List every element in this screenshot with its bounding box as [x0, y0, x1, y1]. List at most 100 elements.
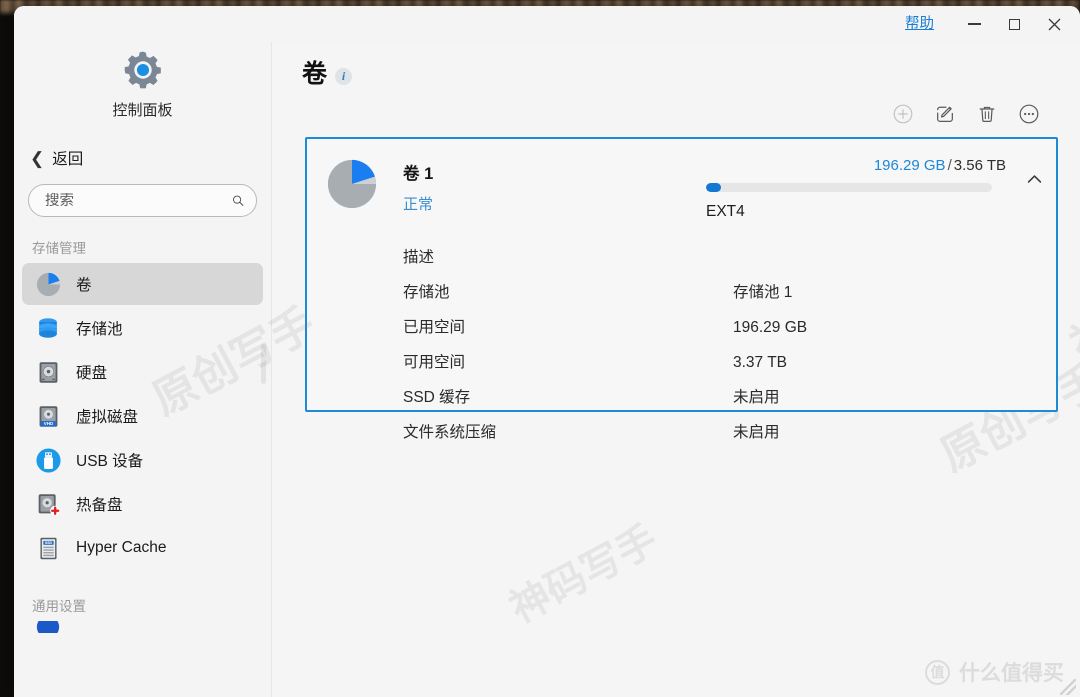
detail-value: 未启用 [733, 424, 780, 441]
detail-row: 已用空间 196.29 GB [403, 315, 1014, 339]
back-label: 返回 [52, 151, 84, 168]
volume-toolbar [272, 87, 1080, 127]
window-titlebar: 帮助 [14, 6, 1080, 42]
sidebar-item-label: Hyper Cache [76, 539, 167, 556]
capacity-progress-bar [706, 183, 992, 192]
sidebar-item-label: 卷 [76, 277, 92, 294]
more-actions-button[interactable] [1016, 101, 1042, 127]
svg-text:SSD: SSD [45, 541, 53, 545]
volume-capacity: 196.29 GB/3.56 TB EXT4 [706, 157, 1006, 221]
detail-row: 文件系统压缩 未启用 [403, 420, 1014, 444]
hard-disk-icon [34, 358, 62, 386]
sidebar-item-partially-visible[interactable] [22, 621, 263, 633]
volume-card-header: 卷 1 正常 196.29 GB/3.56 TB EXT4 [307, 155, 1056, 221]
sidebar-item-storage-pool[interactable]: 存储池 [22, 307, 263, 349]
detail-value: 未启用 [733, 389, 780, 406]
capacity-progress-fill [706, 183, 722, 192]
sidebar-item-label: USB 设备 [76, 453, 144, 470]
detail-key: 文件系统压缩 [403, 424, 497, 441]
detail-key: 可用空间 [403, 354, 466, 371]
detail-row: 存储池 存储池 1 [403, 280, 1014, 304]
trash-icon [979, 106, 995, 122]
detail-value: 3.37 TB [733, 354, 788, 371]
detail-key: SSD 缓存 [403, 389, 471, 406]
filesystem-label: EXT4 [706, 203, 745, 220]
detail-key: 描述 [403, 249, 435, 266]
virtual-disk-vhd-icon: VHD [34, 402, 62, 430]
usb-device-icon [34, 446, 62, 474]
close-icon [1048, 18, 1060, 30]
sidebar-item-label: 硬盘 [76, 365, 108, 382]
sidebar-item-hot-spare[interactable]: 热备盘 [22, 483, 263, 525]
ellipsis-circle-icon [1019, 104, 1039, 124]
minimize-icon [967, 23, 981, 25]
control-panel-brand: 控制面板 [14, 42, 271, 130]
search-box[interactable] [28, 184, 257, 217]
control-panel-window: 帮助 控制面板 ❮ 返回 搜索 存储管理 卷 存储池 硬盘 VHD 虚拟磁盘 U… [14, 6, 1080, 697]
detail-row: SSD 缓存 未启用 [403, 385, 1014, 409]
sidebar-item-label: 虚拟磁盘 [76, 409, 139, 426]
watermark-text: 什么值得买 [959, 661, 1064, 685]
sidebar: 控制面板 ❮ 返回 存储管理 卷 [14, 42, 272, 697]
window-minimize-button[interactable] [954, 8, 994, 40]
database-stack-icon [34, 314, 62, 342]
detail-key: 已用空间 [403, 319, 466, 336]
collapse-card-button[interactable] [1018, 163, 1050, 195]
sidebar-item-usb-device[interactable]: USB 设备 [22, 439, 263, 481]
total-space-value: 3.56 TB [953, 157, 1006, 174]
back-button[interactable]: ❮ 返回 [28, 144, 124, 172]
search-input[interactable] [45, 192, 232, 209]
volume-status-link[interactable]: 正常 [403, 193, 433, 214]
maximize-icon [1008, 18, 1020, 30]
sidebar-item-hard-disk[interactable]: 硬盘 [22, 351, 263, 393]
capacity-separator: / [947, 157, 952, 174]
blue-circle-icon [34, 621, 62, 633]
detail-row: 可用空间 3.37 TB [403, 350, 1014, 374]
nav-section-title-storage: 存储管理 [32, 241, 86, 256]
detail-value: 存储池 1 [733, 284, 793, 301]
window-maximize-button[interactable] [994, 8, 1034, 40]
pie-volume-icon [327, 159, 377, 209]
search-icon[interactable] [232, 191, 244, 210]
volume-card[interactable]: 卷 1 正常 196.29 GB/3.56 TB EXT4 描述 存储池 存储池… [305, 137, 1058, 441]
add-volume-button[interactable] [890, 101, 916, 127]
volume-details-list: 描述 存储池 存储池 1 已用空间 196.29 GB 可用空间 3.37 TB… [307, 245, 1056, 444]
nav-section-title-general: 通用设置 [32, 599, 86, 614]
delete-volume-button[interactable] [974, 101, 1000, 127]
capacity-text: 196.29 GB/3.56 TB [706, 157, 1006, 174]
gear-icon [124, 51, 161, 89]
used-space-value: 196.29 GB [873, 157, 946, 174]
control-panel-label: 控制面板 [112, 102, 173, 119]
detail-row: 描述 [403, 245, 1014, 269]
sidebar-item-label: 存储池 [76, 321, 123, 338]
sidebar-item-label: 热备盘 [76, 497, 123, 514]
page-header: 卷 i [272, 42, 1080, 87]
plus-circle-icon [893, 104, 913, 124]
edit-pencil-icon [937, 106, 953, 122]
window-close-button[interactable] [1034, 8, 1074, 40]
main-content: 神码写手 神码写手 原创写手 卷 i [272, 42, 1080, 697]
svg-text:VHD: VHD [43, 421, 53, 426]
help-link[interactable]: 帮助 [903, 13, 936, 36]
chevron-left-icon: ❮ [30, 148, 45, 168]
volume-name: 卷 1 [403, 165, 434, 183]
ssd-cache-icon: SSD [34, 534, 62, 562]
volume-identity: 卷 1 正常 [403, 160, 433, 214]
watermark-tile: 神码写手 [1062, 245, 1080, 371]
detail-value: 196.29 GB [733, 319, 808, 336]
pie-volume-icon [34, 270, 62, 298]
info-icon[interactable]: i [335, 68, 353, 85]
chevron-up-icon [1027, 174, 1041, 183]
sidebar-item-volumes[interactable]: 卷 [22, 263, 263, 305]
window-resize-grip[interactable] [1060, 679, 1076, 695]
sidebar-item-virtual-disk[interactable]: VHD 虚拟磁盘 [22, 395, 263, 437]
detail-key: 存储池 [403, 284, 450, 301]
page-title: 卷 [302, 60, 328, 88]
sidebar-scrollbar[interactable] [261, 344, 266, 384]
site-watermark: 值 什么值得买 [925, 657, 1064, 687]
watermark-tile: 神码写手 [502, 516, 665, 632]
hot-spare-disk-icon [34, 490, 62, 518]
sidebar-item-hyper-cache[interactable]: SSD Hyper Cache [22, 527, 263, 569]
edit-volume-button[interactable] [932, 101, 958, 127]
watermark-logo: 值 [925, 659, 950, 685]
